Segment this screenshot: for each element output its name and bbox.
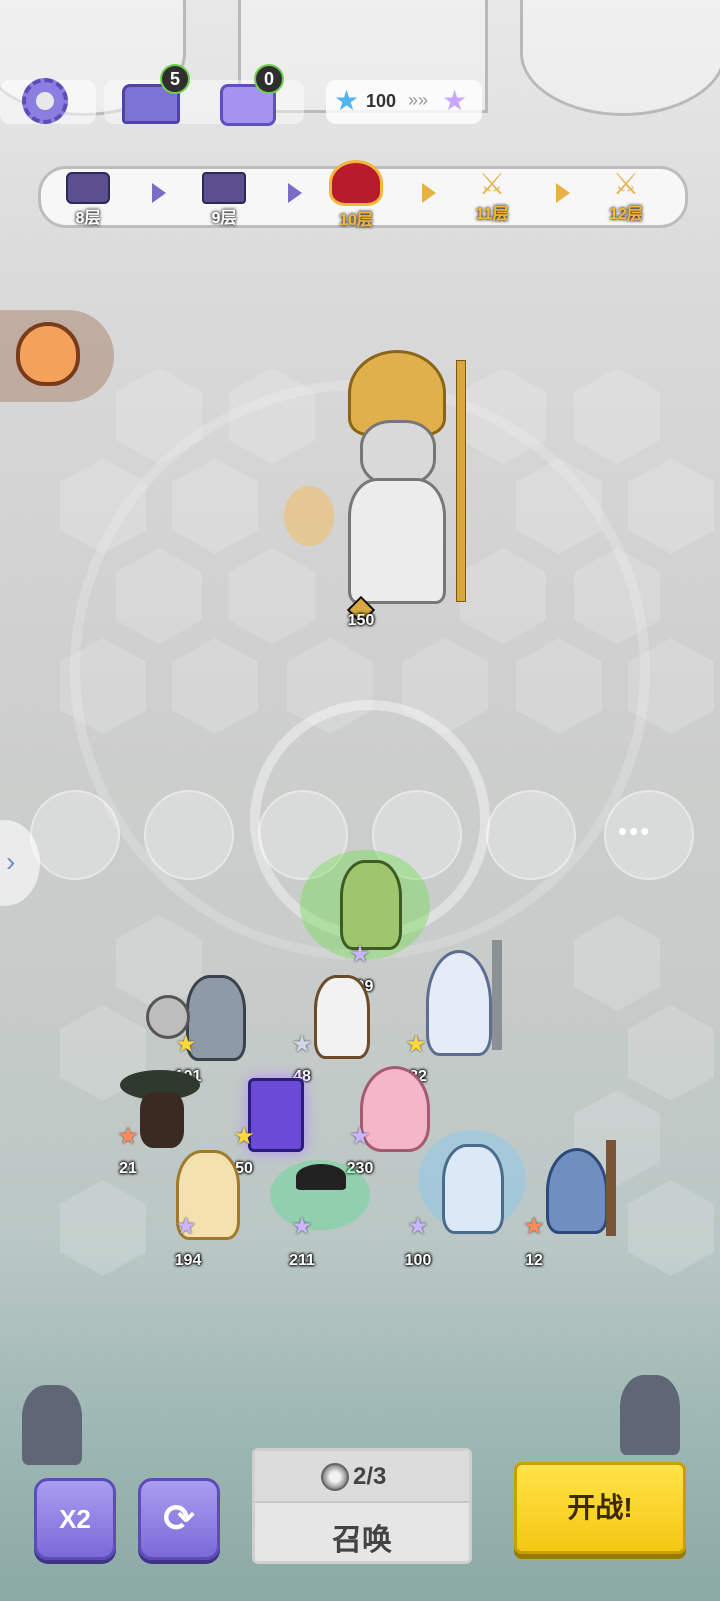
angel-figurine — [284, 486, 334, 546]
hero-star-icon: ★ — [523, 1213, 545, 1240]
start-battle-label: 开战! — [567, 1492, 633, 1523]
hero-star-icon: ★ — [405, 1031, 427, 1058]
hero-star-icon: ★ — [175, 1213, 197, 1240]
hero-frost-priestess[interactable] — [412, 1120, 532, 1240]
hero-level: 194 — [174, 1252, 202, 1269]
demon-mask-icon — [16, 322, 80, 386]
treasure-chest-icon — [66, 172, 110, 204]
arrow-icon — [422, 183, 436, 203]
hero-star-icon: ★ — [349, 1123, 371, 1150]
boss-robe — [348, 478, 446, 604]
refresh-button[interactable]: ⟳ — [138, 1478, 220, 1560]
anvil-icon — [202, 172, 246, 204]
stars-value: 100 — [366, 91, 397, 111]
boss-level: 150 — [347, 612, 375, 629]
star-upgrade-indicator[interactable]: ★ 100 »» ★ — [326, 80, 482, 124]
hero-star-icon: ★ — [117, 1123, 139, 1150]
summon-button[interactable]: 2/3 召唤 — [252, 1448, 472, 1564]
hero-star-icon: ★ — [407, 1213, 429, 1240]
boss-spear — [456, 360, 466, 602]
floor-label: 10层 — [339, 212, 373, 229]
double-chevron-icon: »» — [408, 90, 429, 110]
hero-golden-bishop[interactable] — [160, 1150, 250, 1240]
boss-face — [360, 420, 436, 486]
anvil-counter[interactable]: 5 0 — [104, 64, 304, 126]
colosseum-right — [520, 0, 720, 116]
arrow-icon — [288, 183, 302, 203]
coin-icon — [321, 1463, 349, 1491]
bench-slot[interactable] — [30, 790, 120, 880]
speed-label: X2 — [59, 1504, 91, 1534]
settings-button[interactable] — [0, 78, 96, 124]
guard-statue-right — [620, 1375, 680, 1455]
hero-level: 100 — [404, 1252, 432, 1269]
rainbow-star-icon: ★ — [442, 85, 468, 116]
summon-label: 召唤 — [332, 1524, 392, 1557]
hero-hooded-apprentice[interactable] — [540, 1140, 630, 1240]
floor-node-8[interactable]: 8层 — [50, 170, 126, 228]
crossed-swords-icon: ⚔ — [612, 168, 640, 201]
speed-x2-button[interactable]: X2 — [34, 1478, 116, 1560]
chevron-right-icon: › — [6, 846, 16, 877]
chest-count-badge: 0 — [254, 64, 284, 94]
floor-node-12[interactable]: ⚔ 12层 — [588, 170, 664, 224]
boss-info-button[interactable] — [0, 310, 114, 402]
hero-star-icon: ★ — [291, 1213, 313, 1240]
hero-ice-mage[interactable] — [416, 940, 536, 1060]
boss-athena-statue[interactable] — [330, 350, 470, 610]
floor-node-10-current[interactable]: 10层 — [318, 160, 394, 230]
guard-statue-left — [22, 1385, 82, 1465]
bench-slot[interactable] — [144, 790, 234, 880]
refresh-icon: ⟳ — [163, 1498, 195, 1540]
blue-star-icon: ★ — [334, 85, 360, 116]
hero-armored-warrior[interactable] — [146, 975, 276, 1065]
bench-more-button[interactable]: ••• — [604, 790, 694, 880]
arrow-icon — [152, 183, 166, 203]
hero-star-icon: ★ — [349, 941, 371, 968]
hero-black-hat-wizard[interactable] — [270, 1160, 370, 1240]
floor-label: 9层 — [211, 210, 237, 227]
arena-background — [0, 0, 720, 1601]
floor-label: 11层 — [475, 206, 509, 223]
summon-cost-row: 2/3 — [255, 1451, 469, 1503]
crossed-swords-icon: ⚔ — [478, 168, 506, 201]
hero-star-icon: ★ — [233, 1123, 255, 1150]
summon-cost: 2/3 — [353, 1463, 387, 1490]
floor-label: 12层 — [609, 206, 643, 223]
more-dots-icon: ••• — [618, 816, 652, 846]
floor-node-11[interactable]: ⚔ 11层 — [454, 170, 530, 224]
arrow-icon — [556, 183, 570, 203]
floor-node-9[interactable]: 9层 — [186, 170, 262, 228]
anvil-count-badge: 5 — [160, 64, 190, 94]
hero-level: 12 — [525, 1252, 543, 1269]
hero-level: 211 — [289, 1252, 315, 1269]
start-battle-button[interactable]: 开战! — [514, 1462, 686, 1554]
bench-slot[interactable] — [486, 790, 576, 880]
hero-level: 21 — [119, 1160, 137, 1177]
demon-helmet-icon — [329, 160, 383, 206]
floor-label: 8层 — [75, 210, 101, 227]
hero-star-icon: ★ — [175, 1031, 197, 1058]
hero-swordsman[interactable] — [306, 975, 376, 1065]
hero-star-icon: ★ — [291, 1031, 313, 1058]
